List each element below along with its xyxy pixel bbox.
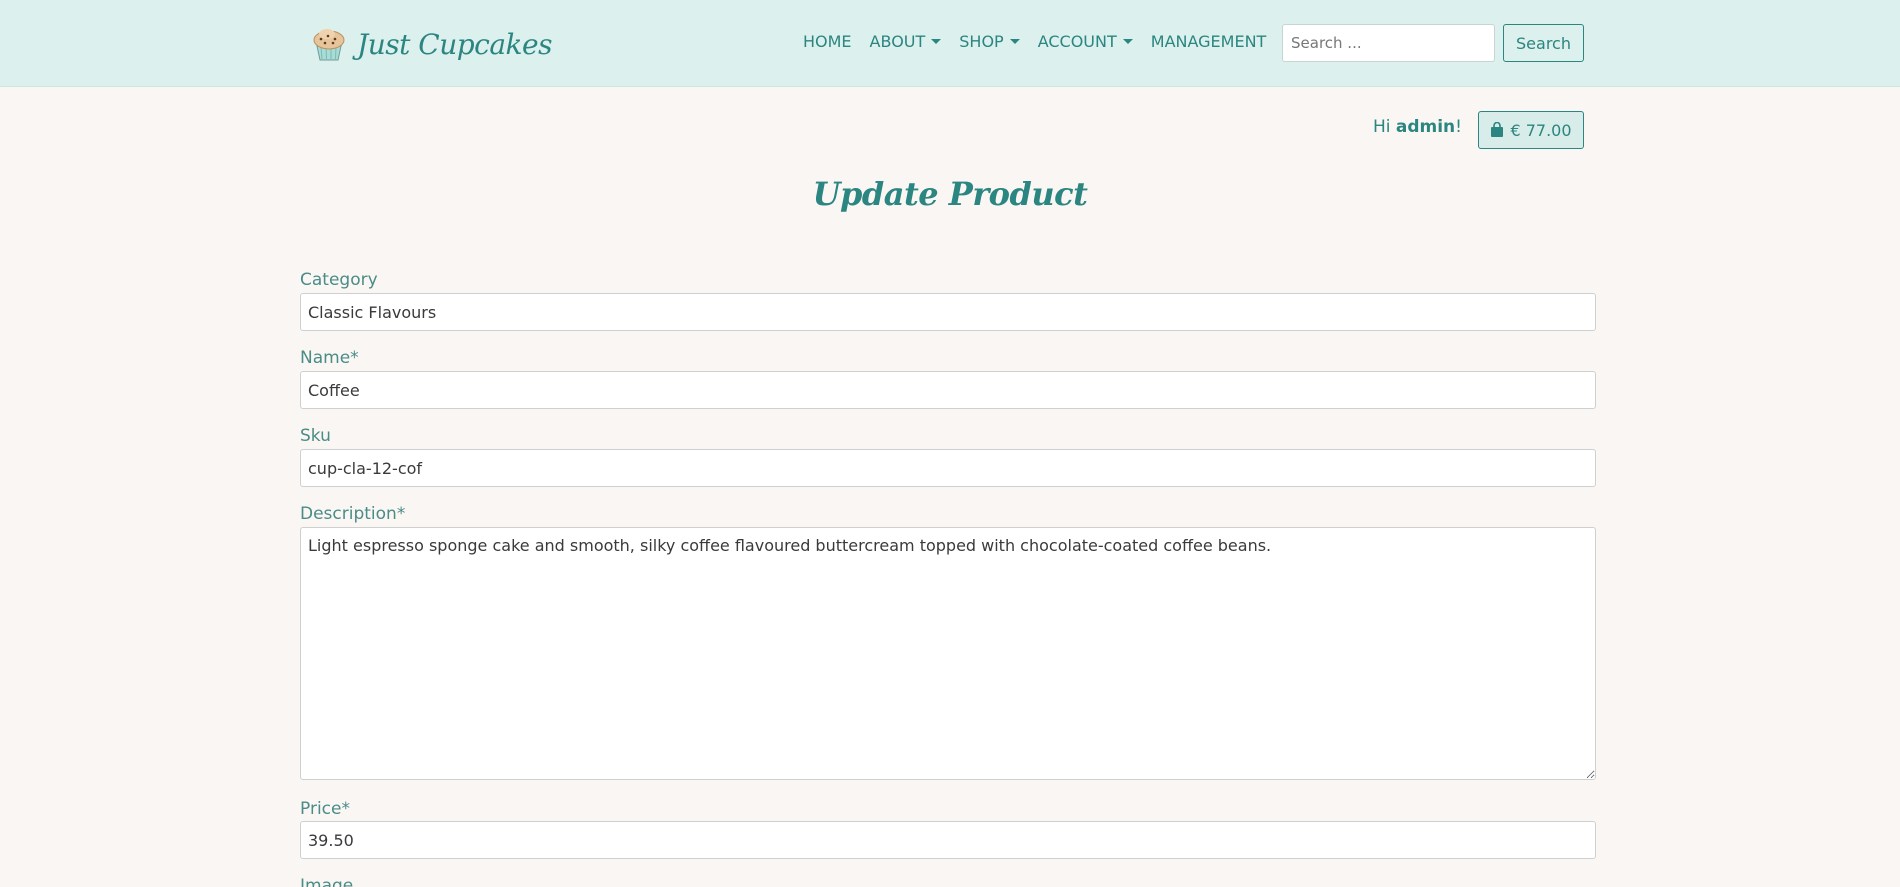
nav-management-label: MANAGEMENT	[1150, 32, 1267, 51]
cupcake-logo-icon	[313, 29, 345, 61]
nav-shop-label: SHOP	[959, 32, 1004, 51]
user-greeting: Hi admin!	[1373, 117, 1462, 137]
price-label: Price*	[300, 799, 350, 819]
nav-about[interactable]: ABOUT	[861, 30, 951, 53]
caret-down-icon	[1009, 39, 1020, 44]
greeting-suffix: !	[1455, 117, 1462, 137]
description-field[interactable]: Light espresso sponge cake and smooth, s…	[300, 527, 1596, 780]
nav-home-label: HOME	[803, 32, 852, 51]
category-field[interactable]	[300, 293, 1596, 331]
cart-button[interactable]: € 77.00	[1478, 111, 1584, 149]
brand-link[interactable]: Just Cupcakes	[309, 22, 552, 66]
name-field[interactable]	[300, 371, 1596, 409]
caret-down-icon	[1122, 39, 1133, 44]
navbar: Just Cupcakes HOME ABOUT SHOP ACCOUNT MA…	[0, 0, 1900, 87]
price-field[interactable]	[300, 821, 1596, 859]
username-link[interactable]: admin	[1396, 117, 1455, 137]
sku-field[interactable]	[300, 449, 1596, 487]
nav-account-label: ACCOUNT	[1037, 32, 1117, 51]
page-title: Update Product	[812, 175, 1088, 213]
image-label: Image	[300, 876, 354, 887]
nav-account[interactable]: ACCOUNT	[1029, 30, 1142, 53]
cart-total: € 77.00	[1510, 120, 1572, 140]
nav-about-label: ABOUT	[869, 32, 926, 51]
search-input[interactable]	[1282, 24, 1495, 62]
greeting-prefix: Hi	[1372, 117, 1391, 137]
brand-name: Just Cupcakes	[357, 27, 552, 61]
shopping-bag-icon	[1491, 122, 1504, 137]
category-label: Category	[300, 270, 378, 290]
main-nav: HOME ABOUT SHOP ACCOUNT MANAGEMENT	[794, 30, 1275, 53]
caret-down-icon	[931, 39, 942, 44]
description-label: Description*	[300, 504, 406, 524]
nav-management[interactable]: MANAGEMENT	[1142, 30, 1276, 53]
nav-shop[interactable]: SHOP	[950, 30, 1028, 53]
sku-label: Sku	[300, 426, 331, 446]
search-button[interactable]: Search	[1503, 24, 1584, 62]
name-label: Name*	[300, 348, 359, 368]
nav-home[interactable]: HOME	[794, 30, 861, 53]
